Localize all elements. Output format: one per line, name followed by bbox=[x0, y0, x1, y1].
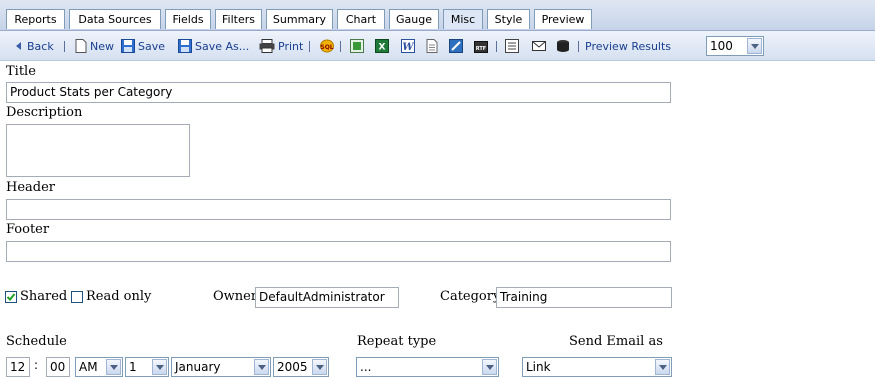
send-email-label: Send Email as bbox=[569, 334, 663, 349]
day-value: 1 bbox=[129, 360, 137, 374]
sql-icon[interactable]: SQL bbox=[320, 39, 334, 53]
minute-input[interactable]: 00 bbox=[46, 357, 70, 377]
tab-filters[interactable]: Filters bbox=[215, 9, 262, 29]
category-input[interactable]: Training bbox=[496, 287, 672, 308]
svg-text:W: W bbox=[402, 42, 415, 53]
shared-label: Shared bbox=[20, 289, 68, 304]
pdf-icon[interactable] bbox=[449, 39, 463, 53]
back-button[interactable]: Back bbox=[15, 37, 54, 55]
description-textarea[interactable] bbox=[6, 124, 190, 177]
new-label: New bbox=[90, 39, 114, 53]
tab-chart[interactable]: Chart bbox=[337, 9, 385, 29]
toolbar-separator bbox=[64, 41, 65, 52]
csv-icon[interactable] bbox=[350, 39, 364, 53]
hour-input[interactable]: 12 bbox=[6, 357, 30, 377]
text-file-icon[interactable] bbox=[425, 39, 439, 53]
chevron-down-icon bbox=[254, 359, 269, 375]
list-icon[interactable] bbox=[505, 39, 519, 53]
save-disk-icon bbox=[121, 39, 135, 53]
rtf-icon[interactable]: RTF bbox=[474, 39, 488, 53]
footer-input[interactable] bbox=[6, 241, 671, 262]
send-email-value: Link bbox=[526, 360, 551, 374]
title-input[interactable]: Product Stats per Category bbox=[6, 82, 671, 103]
tab-misc[interactable]: Misc bbox=[443, 9, 483, 29]
tab-data-sources[interactable]: Data Sources bbox=[69, 9, 161, 29]
preview-count-value: 100 bbox=[710, 39, 733, 53]
back-arrow-icon bbox=[16, 42, 21, 50]
time-colon: : bbox=[34, 358, 39, 372]
new-button[interactable]: New bbox=[75, 37, 114, 55]
toolbar: Back New Save Save As... Print SQL X W R… bbox=[0, 31, 875, 61]
send-email-select[interactable]: Link bbox=[522, 357, 672, 377]
database-icon[interactable] bbox=[556, 39, 570, 53]
ampm-value: AM bbox=[79, 360, 98, 374]
svg-text:RTF: RTF bbox=[476, 46, 486, 52]
month-select[interactable]: January bbox=[171, 357, 271, 377]
month-value: January bbox=[175, 360, 221, 374]
preview-results-text: Preview Results bbox=[585, 39, 672, 53]
toolbar-separator bbox=[496, 41, 497, 52]
readonly-label: Read only bbox=[86, 289, 152, 304]
toolbar-separator bbox=[309, 41, 310, 52]
save-as-label: Save As... bbox=[195, 39, 250, 53]
category-label: Category bbox=[440, 289, 501, 304]
chevron-down-icon bbox=[655, 359, 670, 375]
chevron-down-icon bbox=[312, 359, 327, 375]
tab-preview[interactable]: Preview bbox=[534, 9, 592, 29]
new-document-icon bbox=[75, 39, 87, 53]
day-select[interactable]: 1 bbox=[125, 357, 169, 377]
repeat-type-label: Repeat type bbox=[357, 334, 437, 349]
tab-fields[interactable]: Fields bbox=[165, 9, 211, 29]
title-label: Title bbox=[6, 64, 36, 79]
readonly-checkbox[interactable] bbox=[71, 291, 83, 303]
repeat-type-select[interactable]: ... bbox=[356, 357, 499, 377]
tab-summary[interactable]: Summary bbox=[266, 9, 333, 29]
save-button[interactable]: Save bbox=[121, 37, 165, 55]
schedule-label: Schedule bbox=[6, 334, 67, 349]
tab-gauge[interactable]: Gauge bbox=[389, 9, 439, 29]
printer-icon bbox=[259, 39, 275, 53]
tab-style[interactable]: Style bbox=[487, 9, 530, 29]
toolbar-separator bbox=[340, 41, 341, 52]
year-value: 2005 bbox=[277, 360, 308, 374]
save-label: Save bbox=[138, 39, 166, 53]
save-as-button[interactable]: Save As... bbox=[178, 37, 249, 55]
owner-input[interactable]: DefaultAdministrator bbox=[255, 287, 399, 308]
toolbar-separator bbox=[578, 41, 579, 52]
back-label: Back bbox=[27, 39, 54, 53]
word-icon[interactable]: W bbox=[401, 39, 415, 53]
excel-icon[interactable]: X bbox=[375, 39, 389, 53]
svg-text:SQL: SQL bbox=[320, 44, 333, 51]
header-input[interactable] bbox=[6, 199, 671, 220]
header-label: Header bbox=[6, 180, 56, 195]
email-icon[interactable] bbox=[532, 39, 546, 53]
checkmark-icon bbox=[6, 293, 16, 301]
print-label: Print bbox=[278, 39, 304, 53]
description-label: Description bbox=[6, 105, 83, 120]
ampm-select[interactable]: AM bbox=[75, 357, 123, 377]
repeat-type-value: ... bbox=[360, 360, 372, 374]
preview-results-select[interactable]: 100 bbox=[706, 36, 764, 56]
save-as-disk-icon bbox=[178, 39, 192, 53]
shared-checkbox[interactable] bbox=[5, 291, 17, 303]
preview-results-label: Preview Results bbox=[585, 37, 671, 55]
chevron-down-icon bbox=[106, 359, 121, 375]
svg-text:X: X bbox=[379, 43, 386, 53]
print-button[interactable]: Print bbox=[259, 37, 303, 55]
tab-bar: Reports Data Sources Fields Filters Summ… bbox=[0, 0, 875, 31]
footer-label: Footer bbox=[6, 222, 50, 237]
tab-reports[interactable]: Reports bbox=[6, 9, 65, 29]
chevron-down-icon bbox=[747, 38, 762, 54]
owner-label: Owner bbox=[213, 289, 258, 304]
year-select[interactable]: 2005 bbox=[273, 357, 329, 377]
chevron-down-icon bbox=[482, 359, 497, 375]
chevron-down-icon bbox=[152, 359, 167, 375]
